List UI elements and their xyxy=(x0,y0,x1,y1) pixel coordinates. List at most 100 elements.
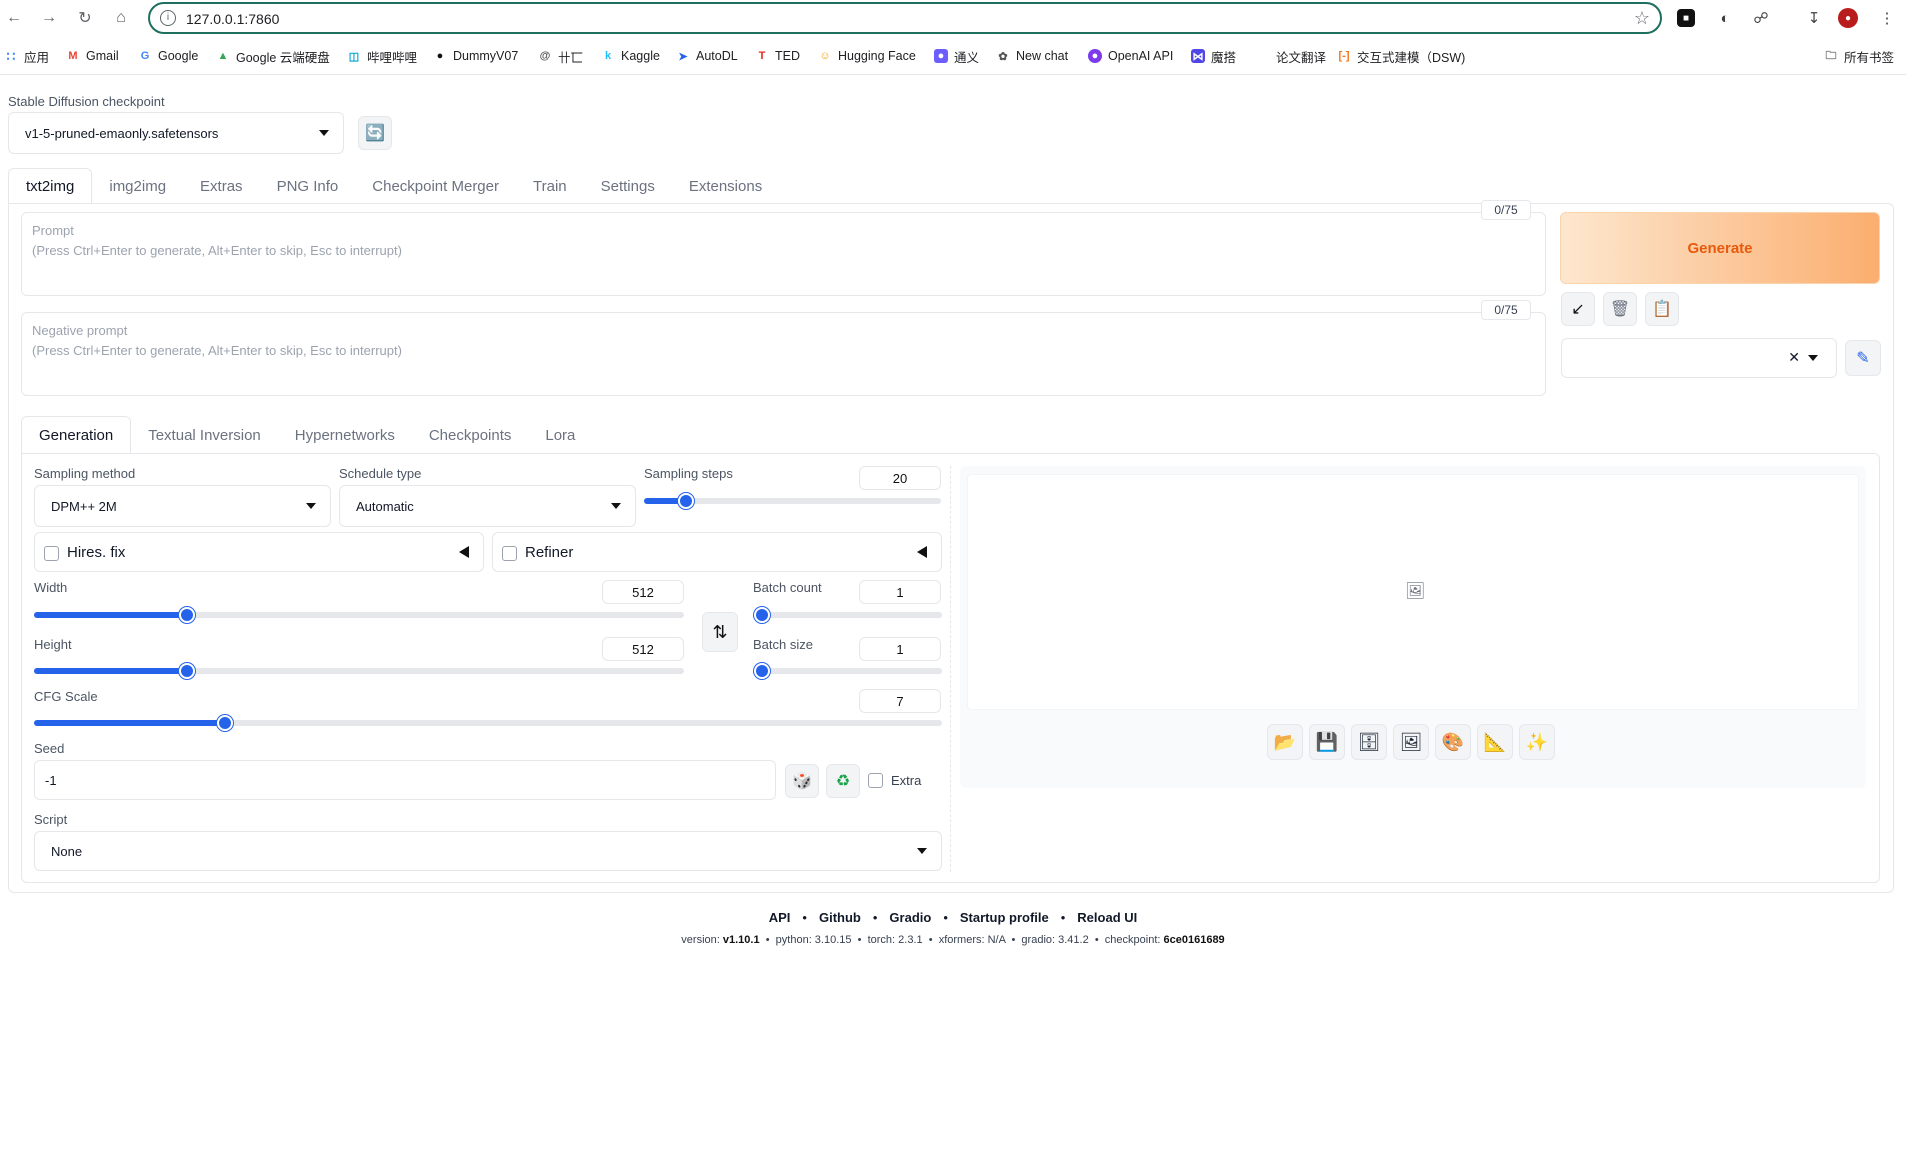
clear-prompt-button[interactable]: 🗑 xyxy=(1603,292,1637,326)
reload-icon[interactable]: ↻ xyxy=(73,6,97,30)
tab-hypernetworks[interactable]: Hypernetworks xyxy=(278,416,412,454)
seed-input[interactable]: -1 xyxy=(34,760,776,800)
extra-seed-checkbox[interactable] xyxy=(868,773,883,788)
send-to-extras-button[interactable]: 📐 xyxy=(1477,724,1513,760)
prompt-textarea[interactable]: Prompt (Press Ctrl+Enter to generate, Al… xyxy=(21,212,1546,296)
hires-fix-accordion[interactable]: Hires. fix xyxy=(34,532,484,572)
bookmark-gmail[interactable]: M Gmail xyxy=(66,46,118,66)
tab-checkpoint-merger[interactable]: Checkpoint Merger xyxy=(355,168,516,204)
batch-count-slider[interactable] xyxy=(754,607,942,623)
batch-count-input[interactable]: 1 xyxy=(859,580,941,604)
random-seed-button[interactable]: 🎲 xyxy=(785,764,819,798)
zip-button[interactable]: 🗄 xyxy=(1351,724,1387,760)
back-icon[interactable]: ← xyxy=(2,6,26,30)
clear-icon[interactable]: ✕ xyxy=(1788,349,1800,366)
tab-txt2img[interactable]: txt2img xyxy=(8,168,93,204)
slider-thumb[interactable] xyxy=(754,607,770,623)
slider-thumb[interactable] xyxy=(178,663,195,679)
footer-link-reload-ui[interactable]: Reload UI xyxy=(1077,910,1137,925)
upscale-button[interactable]: ✨ xyxy=(1519,724,1555,760)
bookmark-modelscope[interactable]: ⋈ 魔搭 xyxy=(1191,46,1236,66)
sampling-steps-slider[interactable] xyxy=(644,493,941,509)
footer-link-github[interactable]: Github xyxy=(819,910,861,925)
site-info-icon[interactable]: i xyxy=(160,10,176,26)
hires-fix-checkbox[interactable] xyxy=(44,546,59,561)
open-folder-button[interactable]: 📂 xyxy=(1267,724,1303,760)
send-to-img2img-button[interactable]: 🖼 xyxy=(1393,724,1429,760)
extension-icon[interactable]: ■ xyxy=(1677,9,1695,27)
refiner-checkbox[interactable] xyxy=(502,546,517,561)
menu-icon[interactable]: ⋮ xyxy=(1876,7,1898,29)
read-params-button[interactable]: ↙ xyxy=(1561,292,1595,326)
address-bar[interactable]: i 127.0.0.1:7860 ☆ xyxy=(148,2,1662,34)
download-icon[interactable]: ↧ xyxy=(1803,7,1825,29)
checkpoint-dropdown[interactable]: v1-5-pruned-emaonly.safetensors xyxy=(8,112,344,154)
bookmark-item[interactable]: @ 卄匸 xyxy=(538,46,583,66)
footer-link-startup-profile[interactable]: Startup profile xyxy=(960,910,1049,925)
sampling-method-dropdown[interactable]: DPM++ 2M xyxy=(34,485,331,527)
all-bookmarks[interactable]: 🗀 所有书签 xyxy=(1824,46,1895,66)
tab-extras[interactable]: Extras xyxy=(183,168,260,204)
profile-avatar[interactable]: ● xyxy=(1838,8,1858,28)
styles-dropdown[interactable]: ✕ xyxy=(1561,338,1837,378)
bookmark-github[interactable]: ● DummyV07 xyxy=(433,46,519,66)
tab-train[interactable]: Train xyxy=(516,168,584,204)
negative-prompt-textarea[interactable]: Negative prompt (Press Ctrl+Enter to gen… xyxy=(21,312,1546,396)
tab-png-info[interactable]: PNG Info xyxy=(260,168,356,204)
reuse-seed-button[interactable]: ♻ xyxy=(826,764,860,798)
image-output-area[interactable]: 🖼 xyxy=(967,474,1859,710)
sampling-steps-input[interactable]: 20 xyxy=(859,466,941,490)
bookmark-new-chat[interactable]: ✿ New chat xyxy=(996,46,1068,66)
tab-settings[interactable]: Settings xyxy=(584,168,672,204)
send-to-inpaint-button[interactable]: 🎨 xyxy=(1435,724,1471,760)
refiner-accordion[interactable]: Refiner xyxy=(492,532,942,572)
slider-thumb[interactable] xyxy=(216,715,233,731)
forward-icon[interactable]: → xyxy=(37,6,61,30)
cfg-scale-slider[interactable] xyxy=(34,715,942,731)
slider-thumb[interactable] xyxy=(754,663,770,679)
collapse-triangle-icon[interactable] xyxy=(917,546,927,558)
swap-dimensions-button[interactable]: ⇅ xyxy=(702,612,738,652)
bookmark-paper-translate[interactable]: 论文翻译 xyxy=(1256,46,1326,66)
batch-size-slider[interactable] xyxy=(754,663,942,679)
tab-extensions[interactable]: Extensions xyxy=(672,168,779,204)
tab-lora[interactable]: Lora xyxy=(528,416,592,454)
generate-button[interactable]: Generate xyxy=(1560,212,1880,284)
bookmark-google-drive[interactable]: ▲ Google 云端硬盘 xyxy=(216,46,330,66)
bookmark-kaggle[interactable]: k Kaggle xyxy=(601,46,660,66)
bookmark-ted[interactable]: T TED xyxy=(755,46,800,66)
tab-img2img[interactable]: img2img xyxy=(92,168,183,204)
bookmark-bilibili[interactable]: ◫ 哔哩哔哩 xyxy=(347,46,417,66)
extensions-puzzle-icon[interactable]: ☍ xyxy=(1750,7,1772,29)
edit-styles-button[interactable]: ✎ xyxy=(1845,340,1881,376)
footer-link-api[interactable]: API xyxy=(769,910,791,925)
batch-size-input[interactable]: 1 xyxy=(859,637,941,661)
collapse-triangle-icon[interactable] xyxy=(459,546,469,558)
paste-style-button[interactable]: 📋 xyxy=(1645,292,1679,326)
bookmark-dsw[interactable]: [-] 交互式建模（DSW) xyxy=(1337,46,1466,66)
height-input[interactable]: 512 xyxy=(602,637,684,661)
bookmark-openai-api[interactable]: ● OpenAI API xyxy=(1088,46,1173,66)
script-dropdown[interactable]: None xyxy=(34,831,942,871)
width-slider[interactable] xyxy=(34,607,684,623)
tab-generation[interactable]: Generation xyxy=(21,416,132,454)
bookmark-hugging-face[interactable]: ☺ Hugging Face xyxy=(818,46,915,66)
schedule-type-dropdown[interactable]: Automatic xyxy=(339,485,636,527)
refresh-checkpoints-button[interactable]: 🔄 xyxy=(358,116,392,150)
home-icon[interactable]: ⌂ xyxy=(109,6,133,30)
bookmark-tongyi[interactable]: ● 通义 xyxy=(934,46,979,66)
tab-textual-inversion[interactable]: Textual Inversion xyxy=(131,416,278,454)
bookmark-google[interactable]: G Google xyxy=(138,46,199,66)
width-input[interactable]: 512 xyxy=(602,580,684,604)
bookmark-autodl[interactable]: ➤ AutoDL xyxy=(676,46,737,66)
tab-checkpoints[interactable]: Checkpoints xyxy=(412,416,529,454)
footer-link-gradio[interactable]: Gradio xyxy=(889,910,931,925)
cfg-scale-input[interactable]: 7 xyxy=(859,689,941,713)
save-button[interactable]: 💾 xyxy=(1309,724,1345,760)
slider-thumb[interactable] xyxy=(178,607,195,623)
extension-icon[interactable]: ◐ xyxy=(1714,7,1736,29)
bookmark-star-icon[interactable]: ☆ xyxy=(1634,8,1650,29)
height-slider[interactable] xyxy=(34,663,684,679)
bookmark-apps[interactable]: ∷ 应用 xyxy=(4,46,49,66)
slider-thumb[interactable] xyxy=(677,493,694,509)
